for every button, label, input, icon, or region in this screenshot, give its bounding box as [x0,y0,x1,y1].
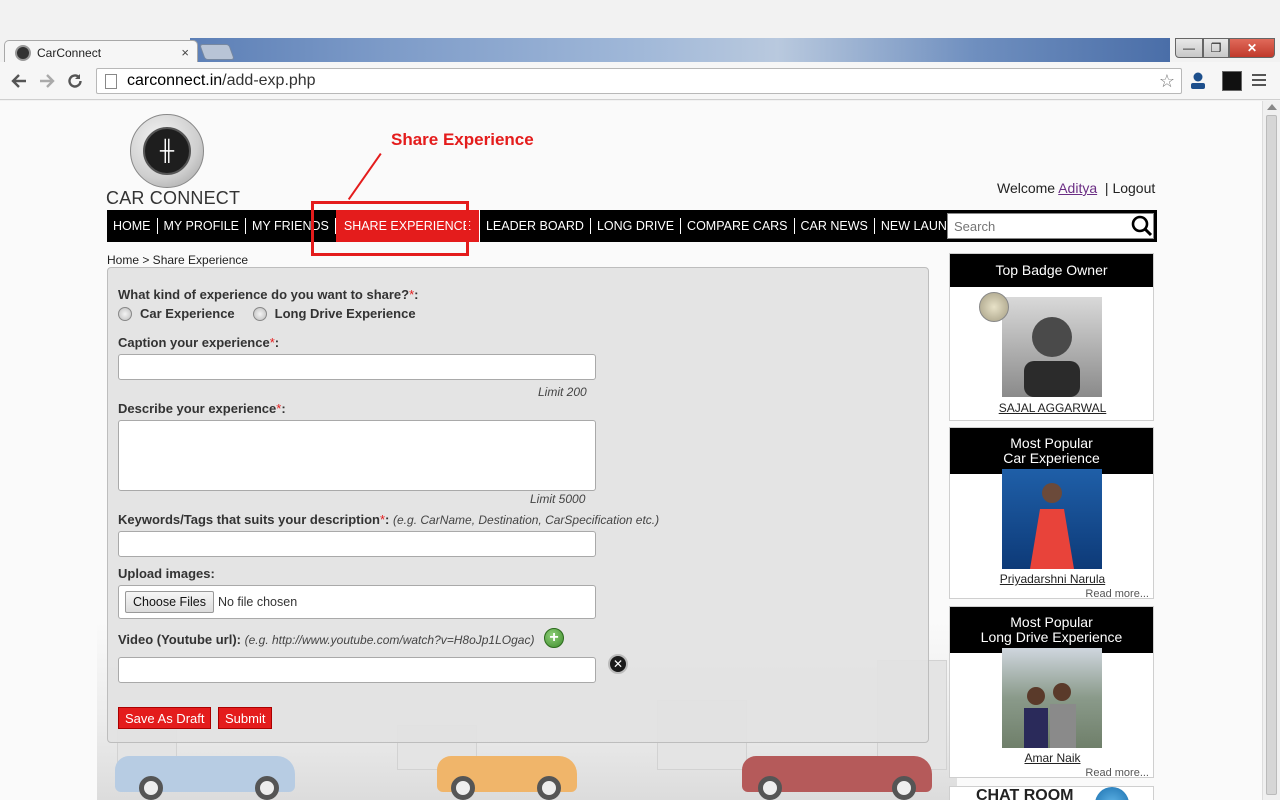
caption-label: Caption your experience*: [118,335,280,350]
welcome-area: Welcome Aditya | Logout [997,180,1155,196]
video-hint: (e.g. http://www.youtube.com/watch?v=H8o… [244,633,535,647]
chat-room-widget[interactable]: CHAT ROOM [949,786,1154,800]
read-more-link[interactable]: Read more... [1085,588,1149,600]
save-draft-button[interactable]: Save As Draft [118,707,212,729]
widget-title: Most Popular Car Experience [950,428,1153,474]
video-label: Video (Youtube url): (e.g. http://www.yo… [118,632,535,647]
tab-close-icon[interactable]: × [181,45,189,60]
extension-icon[interactable] [1222,71,1242,91]
caption-limit: Limit 200 [538,385,587,399]
keywords-input[interactable] [118,531,596,557]
extension-user-icon[interactable] [1188,71,1208,91]
chat-room-label: CHAT ROOM [976,787,1074,800]
browser-menu-icon[interactable] [1252,74,1266,88]
annotation-label: Share Experience [391,130,534,149]
window-minimize-button[interactable]: — [1175,38,1203,58]
widget-title: Most Popular Long Drive Experience [950,607,1153,653]
nav-leader-board[interactable]: LEADER BOARD [480,218,591,234]
browser-tabstrip: CarConnect × — ❐ ✕ [0,0,1280,64]
nav-long-drive[interactable]: LONG DRIVE [591,218,682,234]
top-badge-widget: Top Badge Owner SAJAL AGGARWAL [949,253,1154,421]
url-text: carconnect.in/add-exp.php [127,72,316,89]
scroll-up-arrow-icon[interactable] [1267,104,1277,110]
main-navbar: HOME MY PROFILE MY FRIENDS SHARE EXPERIE… [107,210,1157,242]
submit-button[interactable]: Submit [218,707,273,729]
chat-bubble-icon [1095,787,1129,800]
nav-home[interactable]: HOME [107,218,158,234]
logo-text: CAR CONNECT [106,188,241,208]
site-logo[interactable]: ╫ CAR CONNECT [106,114,240,208]
annotation-pointer [347,153,382,201]
username-link[interactable]: Aditya [1058,180,1097,196]
nav-car-news[interactable]: CAR NEWS [795,218,875,234]
breadcrumb: Home > Share Experience [107,253,249,267]
badge-medal-icon [979,292,1009,322]
no-file-text: No file chosen [217,595,298,609]
logout-link[interactable]: Logout [1112,180,1155,196]
describe-label: Describe your experience*: [118,401,286,416]
orange-car-image [437,756,577,800]
welcome-prefix: Welcome [997,180,1056,196]
scroll-thumb[interactable] [1266,115,1277,795]
popular-drive-widget: Most Popular Long Drive Experience Amar N… [949,606,1155,779]
describe-limit: Limit 5000 [530,492,586,506]
page-scrollbar[interactable] [1262,101,1280,800]
radio-button[interactable] [118,306,132,321]
caption-input[interactable] [118,354,596,380]
popular-drive-author[interactable]: Amar Naik [950,751,1155,765]
page-icon [105,73,117,89]
read-more-link[interactable]: Read more... [1085,767,1149,779]
forward-arrow-icon[interactable] [36,70,58,92]
welcome-separator: | [1104,180,1109,196]
upload-label: Upload images: [118,566,215,581]
radio-long-drive-experience[interactable]: Long Drive Experience [252,306,416,321]
experience-type-options: Car Experience Long Drive Experience [118,306,434,321]
experience-type-label: What kind of experience do you want to s… [118,287,419,302]
window-maximize-button[interactable]: ❐ [1203,38,1229,58]
describe-textarea[interactable] [118,420,596,491]
red-car-image [742,756,932,800]
annotation-highlight-box [311,201,469,256]
window-close-button[interactable]: ✕ [1229,38,1275,58]
site-search [947,213,1154,239]
share-experience-form: What kind of experience do you want to s… [107,267,929,743]
search-icon[interactable] [1130,214,1153,238]
widget-title: Top Badge Owner [950,254,1153,287]
nav-compare-cars[interactable]: COMPARE CARS [681,218,795,234]
radio-car-experience[interactable]: Car Experience [118,306,235,321]
remove-video-close-icon[interactable]: ✕ [608,654,628,674]
blue-car-image [115,756,295,800]
reload-icon[interactable] [64,70,86,92]
tabstrip-background [190,38,1170,62]
keywords-hint: (e.g. CarName, Destination, CarSpecifica… [393,513,660,527]
popular-car-photo[interactable] [1002,469,1102,569]
browser-toolbar: carconnect.in/add-exp.php ☆ [0,62,1280,100]
video-url-input[interactable] [118,657,596,683]
popular-drive-photo[interactable] [1002,648,1102,748]
page-viewport: ╫ CAR CONNECT Share Experience Welcome A… [0,101,1262,800]
add-video-plus-icon[interactable]: + [544,628,564,648]
bookmark-star-icon[interactable]: ☆ [1159,71,1175,92]
choose-files-button[interactable]: Choose Files [125,591,214,613]
new-tab-button[interactable] [199,44,235,60]
back-arrow-icon[interactable] [8,70,30,92]
file-upload-field: Choose Files No file chosen [118,585,596,619]
popular-car-author[interactable]: Priyadarshni Narula [950,572,1155,586]
radio-button[interactable] [252,306,267,321]
top-badge-owner-name[interactable]: SAJAL AGGARWAL [950,401,1155,415]
popular-car-widget: Most Popular Car Experience Priyadarshni … [949,427,1155,600]
search-input[interactable] [948,218,1130,234]
tab-title: CarConnect [37,45,102,60]
address-bar[interactable]: carconnect.in/add-exp.php ☆ [96,68,1182,94]
top-badge-photo[interactable] [1002,297,1102,397]
gear-knob-icon: ╫ [143,127,191,175]
browser-tab[interactable]: CarConnect × [4,40,198,64]
site-favicon-icon [15,44,31,61]
nav-my-profile[interactable]: MY PROFILE [158,218,246,234]
keywords-label: Keywords/Tags that suits your descriptio… [118,512,660,527]
